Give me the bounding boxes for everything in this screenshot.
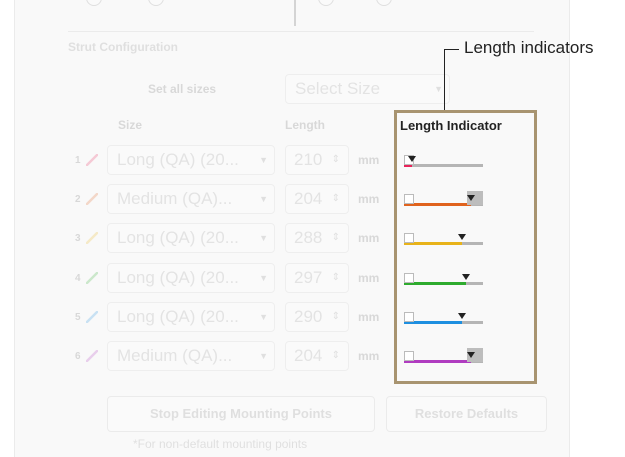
chevron-down-icon: ▼: [259, 194, 268, 204]
length-indicator-header: Length Indicator: [400, 118, 502, 133]
length-indicator-bar: [404, 321, 483, 324]
spinner-icon[interactable]: ⇕: [332, 224, 340, 252]
length-unit: mm: [358, 310, 380, 324]
strut-size-value: Medium (QA)...: [117, 189, 233, 208]
strut-length-input[interactable]: 210 ⇕: [285, 145, 349, 175]
spinner-icon[interactable]: ⇕: [332, 264, 340, 292]
chevron-down-icon: ▼: [259, 155, 268, 165]
indicator-min-box: [404, 312, 414, 322]
chevron-down-icon: ▼: [434, 84, 443, 94]
strut-length-value: 288: [294, 228, 323, 247]
strut-size-select[interactable]: Medium (QA)... ▼: [107, 341, 275, 371]
indicator-min-box: [404, 194, 414, 204]
strut-size-select[interactable]: Long (QA) (20... ▼: [107, 145, 275, 175]
spinner-icon[interactable]: ⇕: [332, 146, 340, 174]
strut-size-select[interactable]: Long (QA) (20... ▼: [107, 263, 275, 293]
strut-size-value: Medium (QA)...: [117, 346, 233, 365]
length-indicator-bar: [404, 242, 483, 245]
strut-length-input[interactable]: 204 ⇕: [285, 184, 349, 214]
strut-number: 4: [75, 273, 81, 284]
stop-editing-mounting-points-button[interactable]: Stop Editing Mounting Points: [107, 396, 375, 432]
length-indicator-track: [462, 321, 483, 324]
strut-icon: [85, 310, 99, 324]
indicator-marker-icon: [467, 352, 475, 358]
strut-length-value: 290: [294, 307, 323, 326]
size-column-header: Size: [118, 118, 143, 132]
strut-size-value: Long (QA) (20...: [117, 150, 239, 169]
strut-length-value: 204: [294, 346, 323, 365]
strut-icon: [85, 349, 99, 363]
spinner-icon[interactable]: ⇕: [332, 303, 340, 331]
divider: [294, 0, 296, 26]
strut-size-value: Long (QA) (20...: [117, 228, 239, 247]
length-indicator-fill: [404, 203, 471, 206]
mounting-points-note: *For non-default mounting points: [133, 437, 308, 451]
callout-line: [444, 49, 459, 50]
indicator-marker-icon: [462, 274, 470, 280]
callout-line: [444, 49, 445, 110]
strut-icon: [85, 192, 99, 206]
indicator-min-box: [404, 233, 414, 243]
length-unit: mm: [358, 231, 380, 245]
strut-length-input[interactable]: 288 ⇕: [285, 223, 349, 253]
length-indicator-track: [412, 164, 483, 167]
restore-defaults-button[interactable]: Restore Defaults: [386, 396, 547, 432]
strut-number: 2: [75, 194, 81, 205]
strut-size-select[interactable]: Long (QA) (20... ▼: [107, 223, 275, 253]
set-all-size-select[interactable]: Select Size ▼: [285, 74, 450, 104]
length-indicator-fill: [404, 360, 471, 363]
strut-size-value: Long (QA) (20...: [117, 268, 239, 287]
strut-number: 1: [75, 155, 81, 166]
strut-number: 5: [75, 312, 81, 323]
chevron-down-icon: ▼: [259, 351, 268, 361]
strut-size-select[interactable]: Medium (QA)... ▼: [107, 184, 275, 214]
indicator-min-box: [404, 273, 414, 283]
chevron-down-icon: ▼: [259, 312, 268, 322]
strut-icon: [85, 153, 99, 167]
strut-number: 3: [75, 233, 81, 244]
spinner-icon[interactable]: ⇕: [332, 342, 340, 370]
indicator-marker-icon: [458, 234, 466, 240]
strut-length-value: 297: [294, 268, 323, 287]
strut-number: 6: [75, 351, 81, 362]
indicator-marker-icon: [467, 195, 475, 201]
strut-icon: [85, 231, 99, 245]
chevron-down-icon: ▼: [259, 233, 268, 243]
length-indicator-bar: [404, 282, 483, 285]
strut-size-value: Long (QA) (20...: [117, 307, 239, 326]
set-all-label: Set all sizes: [148, 82, 217, 96]
length-unit: mm: [358, 153, 380, 167]
section-title: Strut Configuration: [68, 40, 178, 54]
length-unit: mm: [358, 349, 380, 363]
indicator-marker-icon: [458, 313, 466, 319]
spinner-icon[interactable]: ⇕: [332, 185, 340, 213]
length-indicator-track: [462, 242, 483, 245]
chevron-down-icon: ▼: [259, 273, 268, 283]
length-indicator-highlight: [394, 110, 537, 384]
section-divider: [68, 31, 534, 32]
strut-length-input[interactable]: 297 ⇕: [285, 263, 349, 293]
strut-icon: [85, 271, 99, 285]
length-column-header: Length: [285, 118, 325, 132]
set-all-placeholder: Select Size: [295, 79, 381, 98]
indicator-marker-icon: [408, 156, 416, 162]
strut-length-value: 210: [294, 150, 323, 169]
strut-size-select[interactable]: Long (QA) (20... ▼: [107, 302, 275, 332]
length-indicator-track: [466, 282, 483, 285]
indicator-min-box: [404, 351, 414, 361]
length-unit: mm: [358, 271, 380, 285]
strut-length-input[interactable]: 290 ⇕: [285, 302, 349, 332]
length-indicator-bar: [404, 164, 483, 167]
strut-length-value: 204: [294, 189, 323, 208]
strut-length-input[interactable]: 204 ⇕: [285, 341, 349, 371]
length-unit: mm: [358, 192, 380, 206]
callout-label: Length indicators: [464, 38, 594, 57]
